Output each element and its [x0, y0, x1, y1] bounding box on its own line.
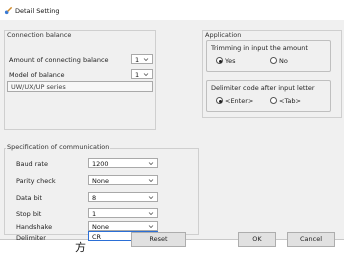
chevron-down-icon [143, 58, 149, 62]
model-of-balance-label: Model of balance [9, 71, 65, 79]
chevron-down-icon [148, 225, 154, 229]
trimming-no-radio[interactable]: No [270, 56, 310, 65]
model-of-balance-select[interactable]: 1 [131, 69, 153, 79]
chevron-down-icon [148, 162, 154, 166]
application-title: Application [204, 31, 243, 39]
radio-unselected-icon [270, 57, 277, 64]
stop-bit-value: 1 [92, 210, 97, 218]
baud-rate-value: 1200 [92, 160, 109, 168]
series-text: UW/UX/UP series [11, 83, 66, 91]
data-bit-select[interactable]: 8 [88, 192, 158, 202]
radio-unselected-icon [270, 97, 277, 104]
amount-of-connecting-balance-label: Amount of connecting balance [9, 56, 109, 64]
radio-selected-icon [216, 57, 223, 64]
title-bar: Detail Setting [0, 0, 344, 20]
parity-check-value: None [92, 177, 109, 185]
baud-rate-select[interactable]: 1200 [88, 158, 158, 168]
chevron-down-icon [148, 212, 154, 216]
delimiter-tab-label: <Tab> [279, 97, 301, 105]
handshake-select[interactable]: None [88, 221, 158, 231]
delimiter-tab-radio[interactable]: <Tab> [270, 96, 320, 105]
communication-title: Specification of communication [6, 143, 111, 151]
data-bit-label: Data bit [16, 194, 43, 202]
connection-balance-group [4, 30, 156, 130]
radio-selected-icon [216, 97, 223, 104]
trimming-yes-radio[interactable]: Yes [216, 56, 256, 65]
ok-button[interactable]: OK [238, 232, 276, 247]
delimiter-enter-radio[interactable]: <Enter> [216, 96, 266, 105]
data-bit-value: 8 [92, 194, 97, 202]
baud-rate-label: Baud rate [16, 160, 48, 168]
delimiter-enter-label: <Enter> [225, 97, 254, 105]
handshake-label: Handshake [16, 223, 53, 231]
series-textbox: UW/UX/UP series [7, 81, 153, 92]
stop-bit-select[interactable]: 1 [88, 208, 158, 218]
cancel-button[interactable]: Cancel [287, 232, 335, 247]
reset-button[interactable]: Reset [131, 232, 186, 247]
trimming-no-label: No [279, 57, 288, 65]
chevron-down-icon [148, 179, 154, 183]
stray-glyph: 方 [75, 241, 86, 254]
chevron-down-icon [143, 73, 149, 77]
parity-check-select[interactable]: None [88, 175, 158, 185]
parity-check-label: Parity check [16, 177, 56, 185]
stop-bit-label: Stop bit [16, 210, 42, 218]
delimiter-code-title: Delimiter code after input letter [211, 84, 315, 92]
delimiter-label: Delimiter [16, 234, 46, 242]
amount-select-value: 1 [135, 56, 140, 64]
chevron-down-icon [148, 196, 154, 200]
amount-of-connecting-balance-select[interactable]: 1 [131, 54, 153, 64]
detail-setting-window: Detail Setting Connection balance Amount… [0, 0, 344, 247]
settings-icon [4, 6, 13, 15]
handshake-value: None [92, 223, 109, 231]
connection-balance-title: Connection balance [6, 31, 73, 39]
trimming-yes-label: Yes [225, 57, 236, 65]
delimiter-value: CR [92, 233, 102, 241]
window-title: Detail Setting [15, 7, 60, 15]
model-select-value: 1 [135, 71, 140, 79]
trimming-title: Trimming in input the amount [211, 44, 308, 52]
